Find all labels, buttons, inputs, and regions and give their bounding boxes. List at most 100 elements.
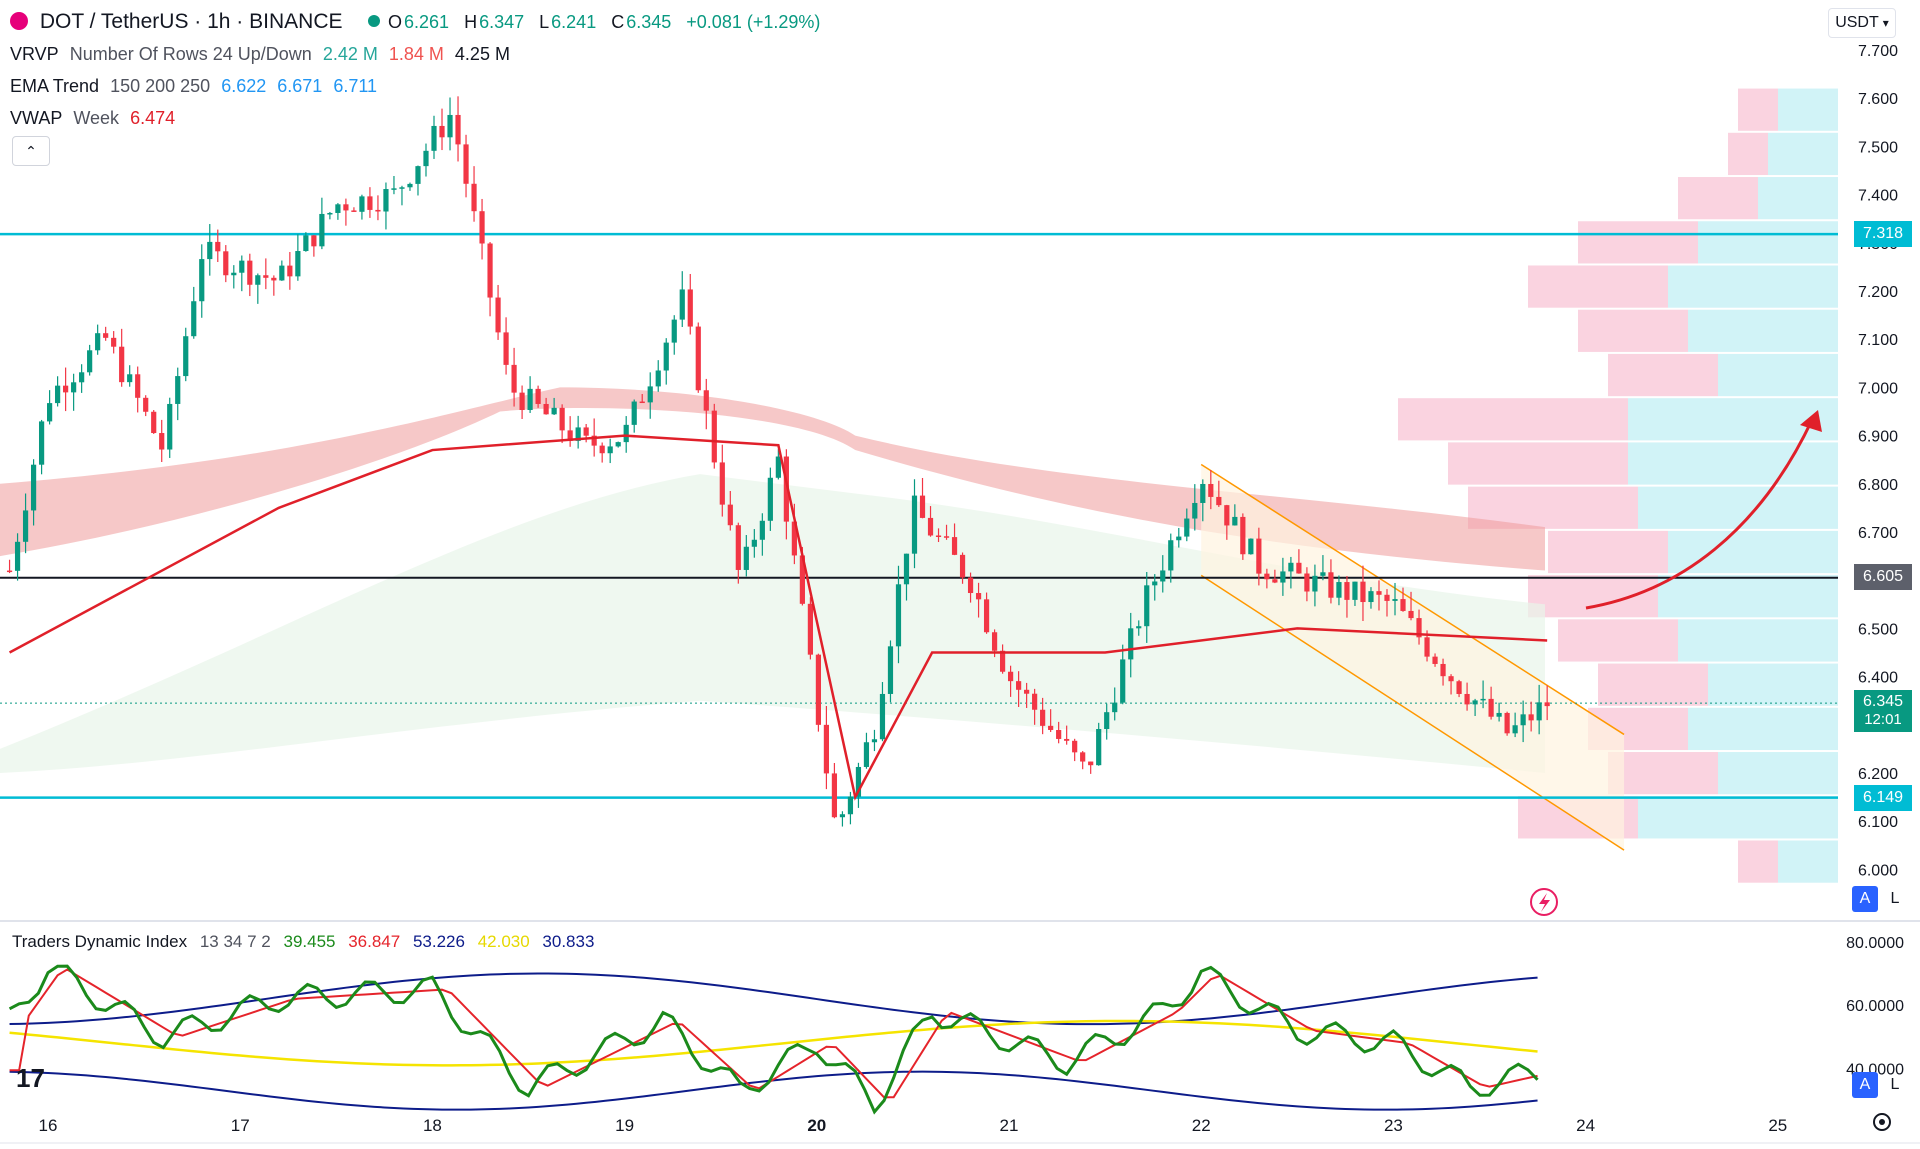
- ohlc-high-key: H: [464, 12, 478, 32]
- upper-level-label: 7.318: [1862, 225, 1904, 242]
- vwap-value: 6.474: [130, 108, 176, 128]
- candle-body: [455, 114, 461, 145]
- tradingview-logo[interactable]: 17: [16, 1063, 45, 1094]
- collapse-legend-button[interactable]: ⌃: [12, 136, 50, 166]
- candle-body: [679, 289, 685, 320]
- time-axis: 16 17 18 19 20 21 22 23 24 25: [39, 1116, 1788, 1135]
- candle-body: [159, 433, 165, 450]
- currency-selector[interactable]: USDT ▾: [1828, 8, 1896, 38]
- candle-body: [1352, 581, 1358, 600]
- symbol-logo-icon: [10, 12, 28, 30]
- candle-body: [63, 385, 69, 393]
- vrvp-down-bar: [1548, 530, 1668, 574]
- candle-body: [911, 495, 918, 554]
- candle-body: [1536, 702, 1542, 721]
- candle-body: [359, 196, 365, 212]
- candle-body: [231, 272, 237, 276]
- price-tick-label: 7.200: [1858, 284, 1898, 301]
- candle-body: [1224, 505, 1230, 526]
- log-scale-button[interactable]: L: [1882, 886, 1908, 912]
- candle-body: [1528, 714, 1534, 721]
- candle-body: [1384, 594, 1390, 601]
- candle-body: [1400, 599, 1406, 611]
- ema-value-2: 6.671: [277, 76, 323, 96]
- vrvp-up-bar: [1758, 177, 1838, 220]
- price-tick-label: 7.700: [1858, 43, 1898, 60]
- vrvp-up-bar: [1628, 442, 1838, 485]
- candle-body: [287, 265, 293, 277]
- tdi-log-scale-button[interactable]: L: [1882, 1072, 1908, 1098]
- candle-body: [399, 187, 405, 189]
- candle-body: [711, 410, 717, 463]
- auto-scale-label: A: [1859, 890, 1871, 907]
- candle-body: [1104, 712, 1110, 730]
- vrvp-down-volume: 1.84 M: [388, 44, 444, 64]
- candle-body: [151, 411, 157, 434]
- candle-body: [943, 536, 950, 538]
- last-price-tag: 6.345 12:01: [1854, 690, 1912, 732]
- candle-body: [1256, 538, 1262, 574]
- candle-body: [655, 370, 661, 387]
- candle-body: [1168, 540, 1174, 571]
- ema-legend[interactable]: EMA Trend 150 200 250 6.622 6.671 6.711: [10, 76, 383, 97]
- vrvp-legend[interactable]: VRVP Number Of Rows 24 Up/Down 2.42 M 1.…: [10, 44, 516, 65]
- candle-body: [1136, 626, 1142, 629]
- candle-body: [1280, 571, 1286, 583]
- candle-body: [1520, 714, 1526, 726]
- vrvp-up-bar: [1718, 353, 1838, 397]
- candle-body: [343, 204, 349, 211]
- price-tick-label: 6.700: [1858, 525, 1898, 542]
- candle-body: [1152, 581, 1158, 586]
- candle-body: [167, 403, 173, 450]
- ohlc-change: +0.081 (+1.29%): [686, 12, 821, 32]
- tdi-log-scale-label: L: [1890, 1076, 1900, 1093]
- vrvp-up-bar: [1768, 132, 1838, 176]
- candle-body: [327, 212, 333, 215]
- candle-body: [471, 183, 477, 212]
- vrvp-up-bar: [1688, 707, 1838, 751]
- candle-body: [927, 517, 934, 536]
- candle-body: [423, 150, 429, 167]
- mid-level-tag: 6.605: [1854, 564, 1912, 590]
- candle-body: [463, 144, 469, 184]
- time-tick-label: 17: [231, 1116, 250, 1135]
- candle-body: [1064, 738, 1070, 741]
- vrvp-down-bar: [1678, 177, 1758, 220]
- settings-gear-icon: [1873, 1113, 1891, 1131]
- vwap-legend[interactable]: VWAP Week 6.474: [10, 108, 181, 129]
- candle-body: [255, 275, 261, 285]
- candle-body: [311, 235, 317, 247]
- candle-body: [1328, 572, 1334, 598]
- currency-label: USDT: [1835, 14, 1879, 31]
- tdi-legend[interactable]: Traders Dynamic Index 13 34 7 2 39.455 3…: [12, 932, 602, 952]
- candle-body: [1512, 725, 1518, 734]
- candle-body: [1544, 702, 1550, 707]
- tdi-rsi-line: [8, 964, 1539, 1115]
- tdi-auto-scale-button[interactable]: A: [1852, 1072, 1878, 1098]
- candle-body: [1072, 740, 1078, 753]
- ohlc-high: 6.347: [479, 12, 525, 32]
- tdi-tick-label: 80.0000: [1846, 935, 1904, 952]
- candle-body: [1240, 516, 1246, 555]
- mid-level-label: 6.605: [1862, 568, 1904, 585]
- price-chart[interactable]: 7.7007.6007.5007.4007.3007.2007.1007.000…: [0, 0, 1920, 1149]
- auto-scale-button[interactable]: A: [1852, 886, 1878, 912]
- symbol-title[interactable]: DOT / TetherUS · 1h · BINANCE: [10, 10, 386, 34]
- vrvp-down-bar: [1598, 663, 1708, 706]
- candle-body: [527, 388, 533, 411]
- price-tick-label: 7.000: [1858, 380, 1898, 397]
- ema-params: 150 200 250: [110, 76, 211, 96]
- lower-level-label: 6.149: [1862, 789, 1904, 806]
- candle-body: [223, 251, 229, 276]
- candle-body: [447, 114, 453, 138]
- vrvp-up-bar: [1638, 796, 1838, 839]
- price-tick-label: 6.100: [1858, 814, 1898, 831]
- tdi-pane: [8, 964, 1539, 1115]
- candle-body: [1368, 591, 1374, 603]
- candle-body: [103, 333, 109, 338]
- candle-body: [935, 535, 942, 537]
- candle-body: [1216, 496, 1222, 506]
- candle-body: [1248, 538, 1254, 555]
- candle-body: [263, 275, 269, 278]
- candle-body: [695, 326, 701, 391]
